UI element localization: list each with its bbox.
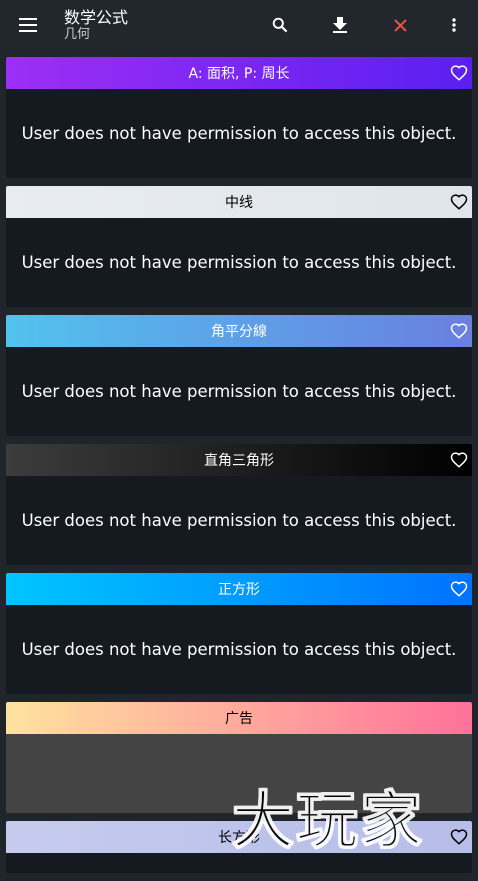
close-button[interactable]: [370, 0, 430, 50]
card-title: A: 面积, P: 周长: [188, 66, 290, 82]
toolbar-actions: [250, 0, 478, 50]
card-header: 正方形: [6, 573, 472, 605]
formula-card[interactable]: 角平分線 User does not have permission to ac…: [6, 315, 472, 436]
menu-button[interactable]: [0, 0, 56, 50]
download-icon: [333, 17, 347, 33]
heart-icon[interactable]: [450, 193, 468, 211]
page-title: 数学公式: [64, 7, 129, 27]
heart-icon[interactable]: [450, 580, 468, 598]
search-button[interactable]: [250, 0, 310, 50]
card-title: 正方形: [218, 582, 260, 598]
menu-icon: [19, 18, 37, 32]
card-header: 角平分線: [6, 315, 472, 347]
card-title: 角平分線: [211, 324, 267, 340]
heart-icon[interactable]: [450, 64, 468, 82]
formula-card[interactable]: 直角三角形 User does not have permission to a…: [6, 444, 472, 565]
formula-list: A: 面积, P: 周长 User does not have permissi…: [6, 57, 472, 881]
formula-card[interactable]: A: 面积, P: 周长 User does not have permissi…: [6, 57, 472, 178]
card-header: 广告: [6, 702, 472, 734]
card-header: A: 面积, P: 周长: [6, 57, 472, 89]
close-icon: [393, 18, 407, 32]
page-subtitle: 几何: [64, 26, 91, 42]
heart-icon[interactable]: [450, 451, 468, 469]
title-block: 数学公式 几何: [56, 8, 250, 43]
card-title: 中线: [225, 195, 253, 211]
card-header: 中线: [6, 186, 472, 218]
card-title: 广告: [225, 711, 253, 727]
watermark: 大玩家: [231, 784, 425, 858]
download-button[interactable]: [310, 0, 370, 50]
card-content: User does not have permission to access …: [21, 382, 457, 401]
formula-card[interactable]: 正方形 User does not have permission to acc…: [6, 573, 472, 694]
card-content: User does not have permission to access …: [21, 511, 457, 530]
more-button[interactable]: [430, 0, 478, 50]
more-vert-icon: [452, 18, 456, 32]
heart-icon[interactable]: [450, 322, 468, 340]
card-title: 直角三角形: [204, 453, 274, 469]
formula-card[interactable]: 中线 User does not have permission to acce…: [6, 186, 472, 307]
card-content: User does not have permission to access …: [21, 253, 457, 272]
card-header: 直角三角形: [6, 444, 472, 476]
search-icon: [272, 17, 288, 33]
card-content: User does not have permission to access …: [21, 640, 457, 659]
app-bar: 数学公式 几何: [0, 0, 478, 50]
card-content: User does not have permission to access …: [21, 124, 457, 143]
heart-icon[interactable]: [450, 828, 468, 846]
